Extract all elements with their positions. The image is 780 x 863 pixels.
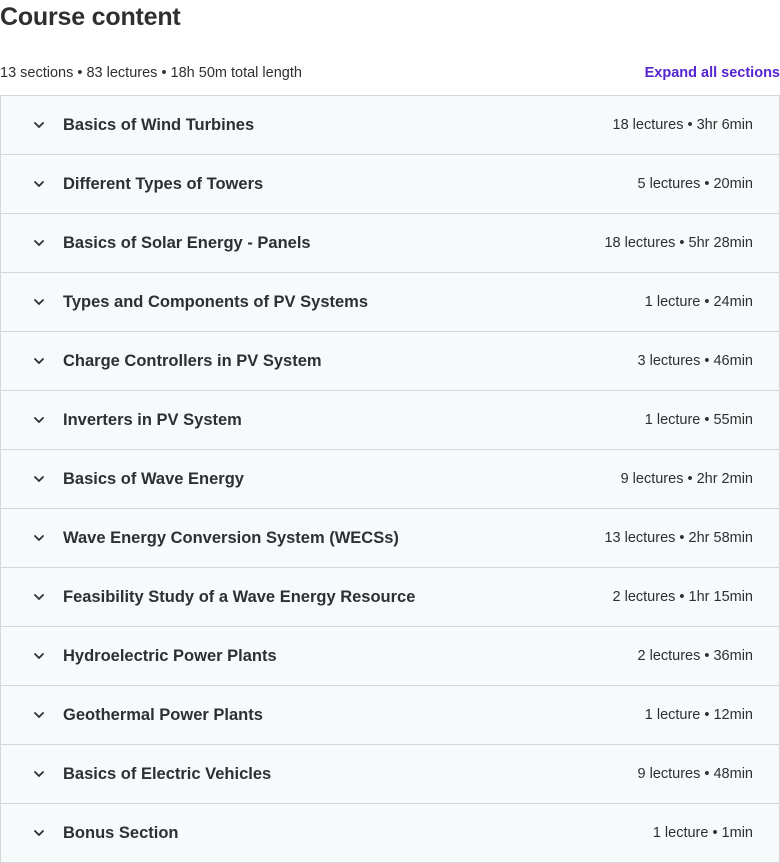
section-lecture-info: 18 lectures • 3hr 6min: [612, 117, 753, 133]
section-row[interactable]: Wave Energy Conversion System (WECSs) 13 …: [1, 509, 779, 568]
section-title: Charge Controllers in PV System: [63, 351, 322, 370]
chevron-down-icon[interactable]: [31, 117, 47, 133]
expand-all-sections-button[interactable]: Expand all sections: [645, 65, 780, 81]
section-row[interactable]: Hydroelectric Power Plants 2 lectures • 3…: [1, 627, 779, 686]
section-lecture-info: 9 lectures • 2hr 2min: [620, 471, 753, 487]
chevron-down-icon[interactable]: [31, 412, 47, 428]
section-row[interactable]: Feasibility Study of a Wave Energy Resou…: [1, 568, 779, 627]
chevron-down-icon[interactable]: [31, 530, 47, 546]
section-lecture-info: 2 lectures • 36min: [637, 648, 754, 664]
section-title: Basics of Wind Turbines: [63, 115, 255, 134]
section-title: Inverters in PV System: [63, 410, 242, 429]
chevron-down-icon[interactable]: [31, 648, 47, 664]
section-title: Basics of Electric Vehicles: [63, 764, 272, 783]
section-title: Basics of Wave Energy: [63, 469, 244, 488]
section-row[interactable]: Types and Components of PV Systems 1 lect…: [1, 273, 779, 332]
section-row[interactable]: Basics of Wave Energy 9 lectures • 2hr 2m…: [1, 450, 779, 509]
section-lecture-info: 3 lectures • 46min: [637, 353, 754, 369]
section-lecture-info: 1 lecture • 24min: [644, 294, 753, 310]
chevron-down-icon[interactable]: [31, 353, 47, 369]
section-lecture-info: 2 lectures • 1hr 15min: [612, 589, 753, 605]
section-title: Basics of Solar Energy - Panels: [63, 233, 311, 252]
section-title: Wave Energy Conversion System (WECSs): [63, 528, 399, 547]
section-row[interactable]: Basics of Wind Turbines 18 lectures • 3hr…: [1, 96, 779, 155]
course-meta-row: 13 sections • 83 lectures • 18h 50m tota…: [0, 61, 780, 85]
section-row[interactable]: Different Types of Towers 5 lectures • 20…: [1, 155, 779, 214]
course-summary: 13 sections • 83 lectures • 18h 50m tota…: [0, 65, 302, 81]
section-title: Bonus Section: [63, 823, 179, 842]
section-row[interactable]: Charge Controllers in PV System 3 lecture…: [1, 332, 779, 391]
chevron-down-icon[interactable]: [31, 294, 47, 310]
section-lecture-info: 9 lectures • 48min: [637, 766, 754, 782]
page-title: Course content: [0, 3, 181, 31]
section-lecture-info: 1 lecture • 1min: [652, 825, 753, 841]
chevron-down-icon[interactable]: [31, 825, 47, 841]
section-row[interactable]: Geothermal Power Plants 1 lecture • 12min: [1, 686, 779, 745]
chevron-down-icon[interactable]: [31, 235, 47, 251]
section-row[interactable]: Bonus Section 1 lecture • 1min: [1, 804, 779, 863]
section-title: Hydroelectric Power Plants: [63, 646, 277, 665]
section-title: Different Types of Towers: [63, 174, 264, 193]
section-title: Types and Components of PV Systems: [63, 292, 369, 311]
section-title: Feasibility Study of a Wave Energy Resou…: [63, 587, 416, 606]
section-lecture-info: 13 lectures • 2hr 58min: [604, 530, 753, 546]
section-lecture-info: 1 lecture • 12min: [644, 707, 753, 723]
chevron-down-icon[interactable]: [31, 707, 47, 723]
section-lecture-info: 5 lectures • 20min: [637, 176, 754, 192]
chevron-down-icon[interactable]: [31, 589, 47, 605]
section-row[interactable]: Inverters in PV System 1 lecture • 55min: [1, 391, 779, 450]
section-lecture-info: 18 lectures • 5hr 28min: [604, 235, 753, 251]
section-row[interactable]: Basics of Electric Vehicles 9 lectures • …: [1, 745, 779, 804]
section-list: Basics of Wind Turbines 18 lectures • 3hr…: [0, 95, 780, 863]
chevron-down-icon[interactable]: [31, 766, 47, 782]
chevron-down-icon[interactable]: [31, 176, 47, 192]
section-row[interactable]: Basics of Solar Energy - Panels 18 lectur…: [1, 214, 779, 273]
section-lecture-info: 1 lecture • 55min: [644, 412, 753, 428]
chevron-down-icon[interactable]: [31, 471, 47, 487]
section-title: Geothermal Power Plants: [63, 705, 263, 724]
